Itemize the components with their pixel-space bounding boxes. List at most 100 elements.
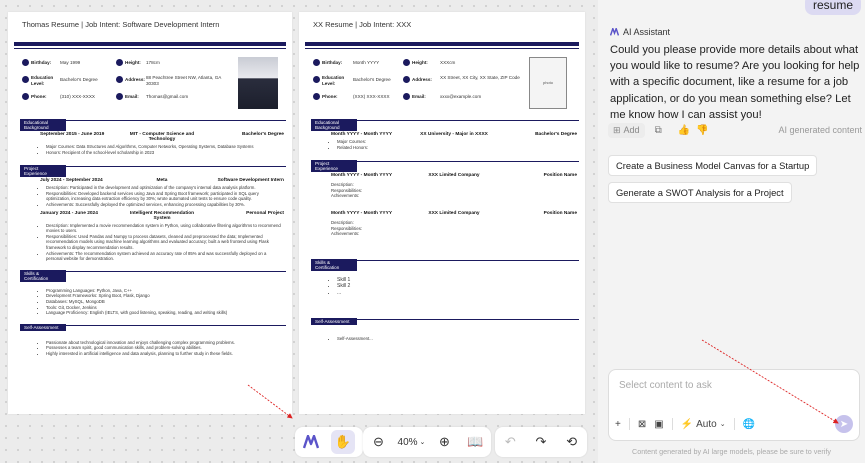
zoom-out-icon[interactable]: ⊖ (367, 430, 391, 454)
section-self-assessment: Self-Assessment (20, 323, 286, 334)
project-details: Description: Responsibilities: Achieveme… (331, 220, 577, 237)
zoom-toolbar: ⊖ 40% ⌄ ⊕ 📖 (363, 427, 491, 457)
edu-degree: Bachelor's Degree (535, 132, 577, 137)
send-button[interactable]: ➤ (835, 415, 853, 433)
select-area-icon[interactable]: ⊠ (638, 419, 646, 430)
resume-page-template[interactable]: XX Resume | Job Intent: XXX Birthday: Mo… (299, 12, 585, 414)
section-project: Project Experience (20, 165, 286, 178)
skills-list: Skill 1 Skill 2 ... (337, 277, 577, 296)
redo-icon[interactable]: ↷ (529, 430, 553, 454)
plus-icon[interactable]: + (615, 419, 621, 430)
proj-role: Position Name (543, 173, 577, 179)
address-icon (403, 76, 410, 83)
chevron-down-icon: ⌄ (719, 421, 726, 428)
self-list: Self-Assessment... (337, 336, 577, 342)
phone-label: Phone: (31, 94, 47, 99)
birthday-label: Birthday: (322, 60, 343, 65)
zoom-select[interactable]: 40% ⌄ (398, 437, 426, 448)
proj-company: XXX Limited Company (428, 210, 480, 216)
footer-note: Content generated by AI large models, pl… (632, 447, 831, 456)
section-rule (357, 161, 579, 163)
mode-label: Auto (696, 418, 717, 430)
undo-icon[interactable]: ↶ (498, 430, 522, 454)
divider (733, 418, 735, 430)
document-canvas[interactable]: Thomas Resume | Job Intent: Software Dev… (0, 0, 598, 463)
birthday-icon (313, 59, 320, 66)
screenshot-icon[interactable]: ▣ (654, 419, 663, 430)
ai-generated-note: AI generated content (778, 125, 862, 135)
edu-school: MIT - Computer Science and Technology (129, 132, 195, 142)
email-icon (403, 93, 410, 100)
plus-box-icon: ⊞ (613, 124, 621, 135)
section-skills: Skills & Certification (20, 269, 286, 282)
proj-dates: July 2024 - September 2024 (40, 178, 103, 184)
suggestion-chip[interactable]: Generate a SWOT Analysis for a Project (608, 182, 792, 203)
divider (628, 418, 630, 430)
zoom-in-icon[interactable]: ⊕ (432, 430, 456, 454)
globe-icon[interactable]: 🌐 (743, 419, 755, 430)
profile-photo (238, 57, 278, 109)
lightning-icon: ⚡ (680, 418, 694, 430)
phone-label: Phone: (322, 94, 338, 99)
section-label: Skills & Certification (20, 269, 66, 282)
project-row: January 2024 - June 2024 Intelligent Rec… (40, 211, 284, 221)
project-list: Description: Implemented a movie recomme… (46, 223, 284, 262)
add-button[interactable]: ⊞ Add (608, 122, 645, 138)
section-rule (357, 120, 579, 121)
section-label: Self-Assessment (311, 317, 357, 325)
education-row: September 2015 - June 2019 MIT - Compute… (40, 132, 284, 142)
ai-assistant-panel: resume AI Assistant Could you please pro… (598, 0, 865, 463)
phone-icon (313, 93, 320, 100)
detail-line: Achievements: (331, 231, 360, 237)
height-label: Height: (125, 60, 141, 65)
resume-page-thomas[interactable]: Thomas Resume | Job Intent: Software Dev… (8, 12, 292, 414)
education-row: Month YYYY - Month YYYY XX University - … (331, 132, 577, 137)
address-label: Address: (412, 77, 432, 82)
education-list: Major Courses: Data Structures and Algor… (46, 144, 284, 155)
section-rule (66, 166, 286, 168)
thumbs-up-icon[interactable]: 👍 (678, 125, 690, 136)
thumbs-down-icon[interactable]: 👎 (696, 125, 708, 136)
copy-icon[interactable]: ⧉ (655, 125, 662, 136)
address-value: 88 Peachtree Street NW, Atlanta, GA 3030… (146, 75, 222, 86)
proj-role: Position Name (543, 210, 577, 216)
list-item: Achievements: Successfully deployed the … (46, 202, 284, 208)
mode-toolbar: ✋ (295, 427, 363, 457)
section-self-assessment: Self-Assessment (311, 317, 579, 328)
self-list: Passionate about technological innovatio… (46, 340, 284, 357)
section-rule (357, 318, 579, 320)
book-view-icon[interactable]: 📖 (463, 430, 487, 454)
personal-info: Birthday: May 1999 Height: 178cm Educati… (8, 49, 292, 119)
hand-tool-icon[interactable]: ✋ (331, 430, 355, 454)
project-details: Description: Responsibilities: Achieveme… (331, 182, 577, 199)
email-label: Email: (412, 94, 426, 99)
history-icon[interactable]: ⟲ (560, 430, 584, 454)
add-label: Add (623, 125, 640, 135)
section-project: Project Experience (311, 160, 579, 173)
suggestion-chip[interactable]: Create a Business Model Canvas for a Sta… (608, 155, 818, 176)
list-item: Self-Assessment... (337, 336, 577, 342)
email-label: Email: (125, 94, 139, 99)
list-item: Achievements: The recommendation system … (46, 251, 284, 262)
proj-dates: January 2024 - June 2024 (40, 210, 98, 216)
zoom-level: 40% (397, 436, 418, 448)
education-value: Bachelor's Degree (353, 77, 391, 82)
app-logo-icon[interactable] (299, 430, 323, 454)
section-label: Project Experience (20, 165, 66, 178)
chat-input[interactable]: Select content to ask + ⊠ ▣ ⚡ Auto ⌄ 🌐 ➤ (608, 369, 860, 441)
message-actions: ⊞ Add ⧉ 👍 👎 AI generated content (608, 121, 862, 139)
address-icon (116, 76, 123, 83)
edu-school: XX University - Major in XXXX (420, 132, 488, 137)
list-item: ... (337, 290, 577, 296)
section-education: Educational Background (311, 119, 579, 131)
birthday-value: May 1999 (60, 60, 81, 65)
phone-value: (XXX) XXX-XXXX (353, 94, 390, 99)
list-item: Description: Implemented a movie recomme… (46, 223, 284, 234)
height-icon (403, 59, 410, 66)
list-item: Major Courses: Data Structures and Algor… (46, 144, 284, 150)
mode-select[interactable]: ⚡ Auto ⌄ (681, 419, 726, 430)
user-message: resume (804, 0, 861, 15)
proj-name: Intelligent Recommendation System (129, 210, 195, 221)
education-icon (22, 76, 29, 83)
list-item: Highly interested in artificial intellig… (46, 351, 284, 357)
